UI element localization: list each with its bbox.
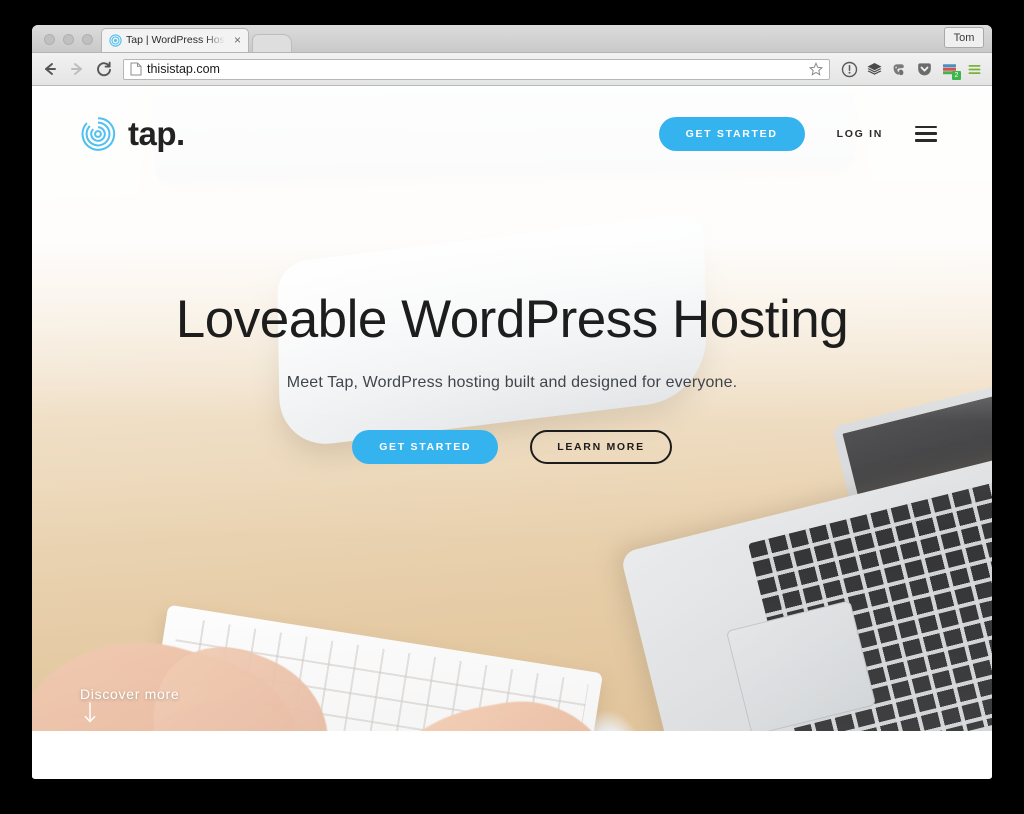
chrome-menu-icon[interactable] [966, 61, 983, 78]
hero-action-buttons: GET STARTED LEARN MORE [72, 430, 952, 465]
browser-extensions-bar: 2 [841, 61, 983, 80]
hero-content: Loveable WordPress Hosting Meet Tap, Wor… [32, 290, 992, 465]
window-close-button[interactable] [44, 34, 55, 45]
window-minimize-button[interactable] [63, 34, 74, 45]
page-below-hero [32, 731, 992, 778]
site-header: tap. GET STARTED LOG IN [32, 86, 992, 181]
info-circle-icon[interactable] [841, 61, 858, 78]
header-login-link[interactable]: LOG IN [837, 128, 883, 140]
hero-get-started-button[interactable]: GET STARTED [352, 430, 499, 465]
browser-toolbar: thisistap.com 2 [32, 53, 992, 86]
browser-tab-strip: Tap | WordPress Hosting B × Tom [32, 25, 992, 53]
arrow-down-icon [82, 702, 98, 728]
back-arrow-icon[interactable] [41, 60, 59, 78]
hamburger-menu-icon[interactable] [915, 125, 937, 142]
header-get-started-button[interactable]: GET STARTED [658, 116, 805, 151]
brand-name-text: tap. [128, 115, 185, 152]
layers-stack-icon[interactable] [866, 61, 883, 78]
header-navigation: GET STARTED LOG IN [658, 116, 937, 151]
hero-subtitle: Meet Tap, WordPress hosting built and de… [286, 374, 738, 392]
tab-favicon-icon [109, 34, 122, 47]
browser-tab-active[interactable]: Tap | WordPress Hosting B × [101, 28, 249, 52]
extension-badge-count: 2 [952, 70, 961, 80]
discover-more-link[interactable]: Discover more [80, 686, 179, 729]
evernote-elephant-icon[interactable] [891, 61, 908, 78]
page-viewport: tap. GET STARTED LOG IN Loveable WordPre… [32, 86, 992, 778]
address-bar[interactable]: thisistap.com [123, 58, 830, 80]
new-tab-button[interactable] [252, 34, 292, 52]
bookmark-star-icon[interactable] [808, 62, 824, 76]
window-zoom-button[interactable] [82, 34, 93, 45]
profile-button[interactable]: Tom [944, 27, 984, 48]
tab-close-icon[interactable]: × [231, 34, 244, 47]
page-document-icon [130, 62, 142, 76]
browser-window: Tap | WordPress Hosting B × Tom [32, 25, 992, 779]
hero-title: Loveable WordPress Hosting [175, 290, 849, 349]
tap-concentric-circles-logo-icon [80, 116, 116, 152]
pocket-chevron-icon[interactable] [916, 61, 933, 78]
discover-more-label: Discover more [80, 686, 180, 702]
reload-icon[interactable] [95, 60, 113, 78]
address-bar-url: thisistap.com [147, 62, 220, 76]
forward-arrow-icon[interactable] [68, 60, 86, 78]
tab-title: Tap | WordPress Hosting B [126, 35, 227, 46]
window-traffic-lights [40, 34, 101, 52]
hero-learn-more-button[interactable]: LEARN MORE [530, 430, 672, 465]
colored-stack-icon[interactable]: 2 [941, 61, 961, 80]
brand-logo-link[interactable]: tap. [80, 116, 185, 152]
